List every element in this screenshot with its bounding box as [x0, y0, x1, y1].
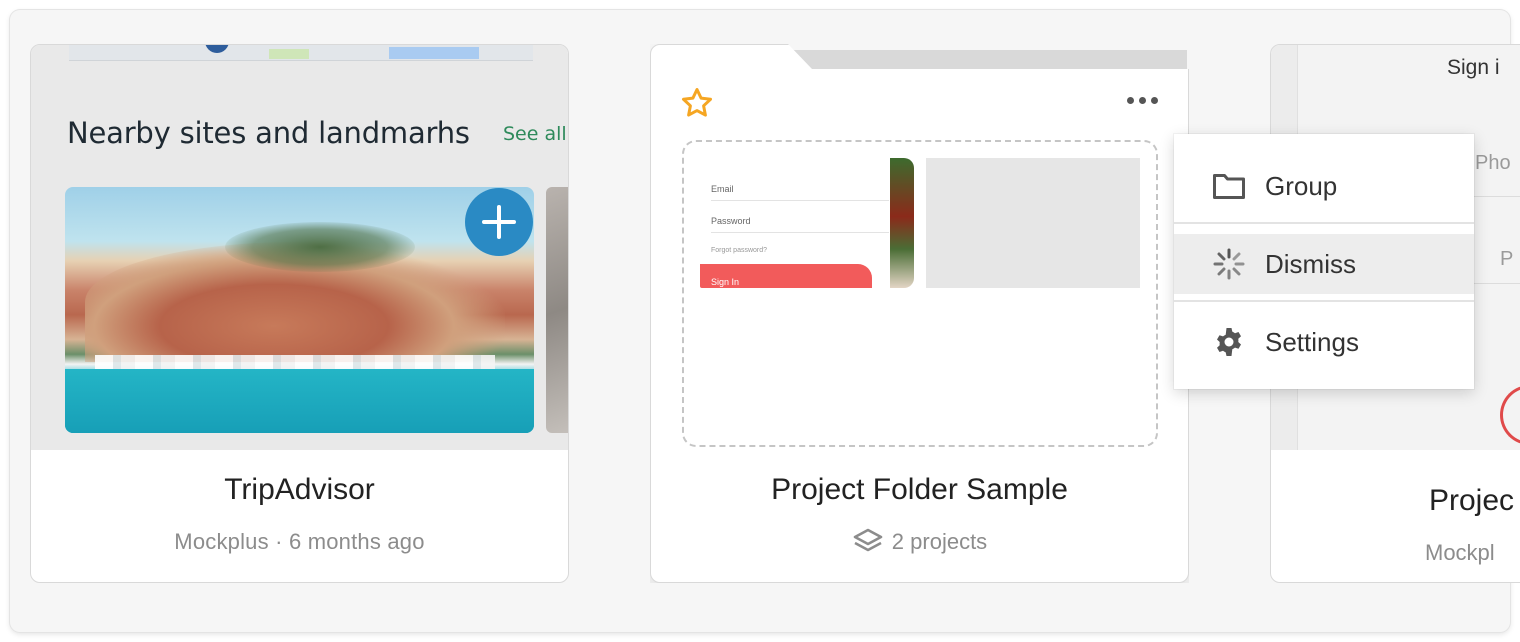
card-title: Projec — [1429, 484, 1515, 517]
password-label: Password — [711, 216, 751, 226]
card-meta: Mockpl — [1425, 540, 1495, 565]
harbor-photo — [65, 187, 534, 433]
folder-title: Project Folder Sample — [771, 473, 1068, 506]
map-pin-icon — [205, 45, 229, 53]
project-thumbnail-empty — [926, 158, 1140, 288]
next-photo-edge — [546, 187, 568, 433]
preview-sign-in-text: Sign i — [1447, 56, 1500, 79]
folder-back-tab — [790, 50, 1187, 72]
menu-item-dismiss[interactable]: Dismiss — [1174, 234, 1474, 294]
project-thumbnail-login: Email Password Forgot password? Sign In — [700, 158, 914, 288]
plus-icon — [465, 188, 533, 256]
preview-heading: Nearby sites and landmarhs — [67, 116, 470, 150]
project-card-tripadvisor[interactable]: Nearby sites and landmarhs See all TripA… — [30, 44, 569, 583]
preview-phone-text: Pho — [1475, 152, 1511, 174]
menu-label-settings: Settings — [1265, 326, 1359, 357]
email-label: Email — [711, 184, 734, 194]
menu-label-group: Group — [1265, 170, 1338, 201]
project-count-label: 2 projects — [891, 529, 988, 554]
card-title: TripAdvisor — [224, 473, 375, 506]
star-icon[interactable] — [680, 86, 714, 120]
more-options-icon[interactable] — [1124, 92, 1160, 108]
map-preview — [69, 45, 533, 61]
card-thumbnail: Nearby sites and landmarhs See all — [31, 45, 568, 450]
menu-label-dismiss: Dismiss — [1265, 248, 1356, 279]
preview-p-text: P — [1500, 248, 1514, 270]
card-meta: Mockplus · 6 months ago — [174, 529, 425, 554]
preview-see-all-link: See all — [503, 123, 567, 145]
spinner-icon — [1212, 247, 1246, 281]
forgot-label: Forgot password? — [711, 247, 768, 254]
folder-icon — [1212, 169, 1246, 203]
layers-icon — [853, 528, 883, 552]
signin-label: Sign In — [700, 264, 872, 288]
folder-project-count: 2 projects — [650, 526, 1189, 558]
menu-item-group[interactable]: Group — [1174, 156, 1474, 216]
menu-item-settings[interactable]: Settings — [1174, 312, 1474, 372]
gear-icon — [1212, 325, 1246, 359]
context-menu: Group Dismiss Settings — [1174, 134, 1474, 389]
